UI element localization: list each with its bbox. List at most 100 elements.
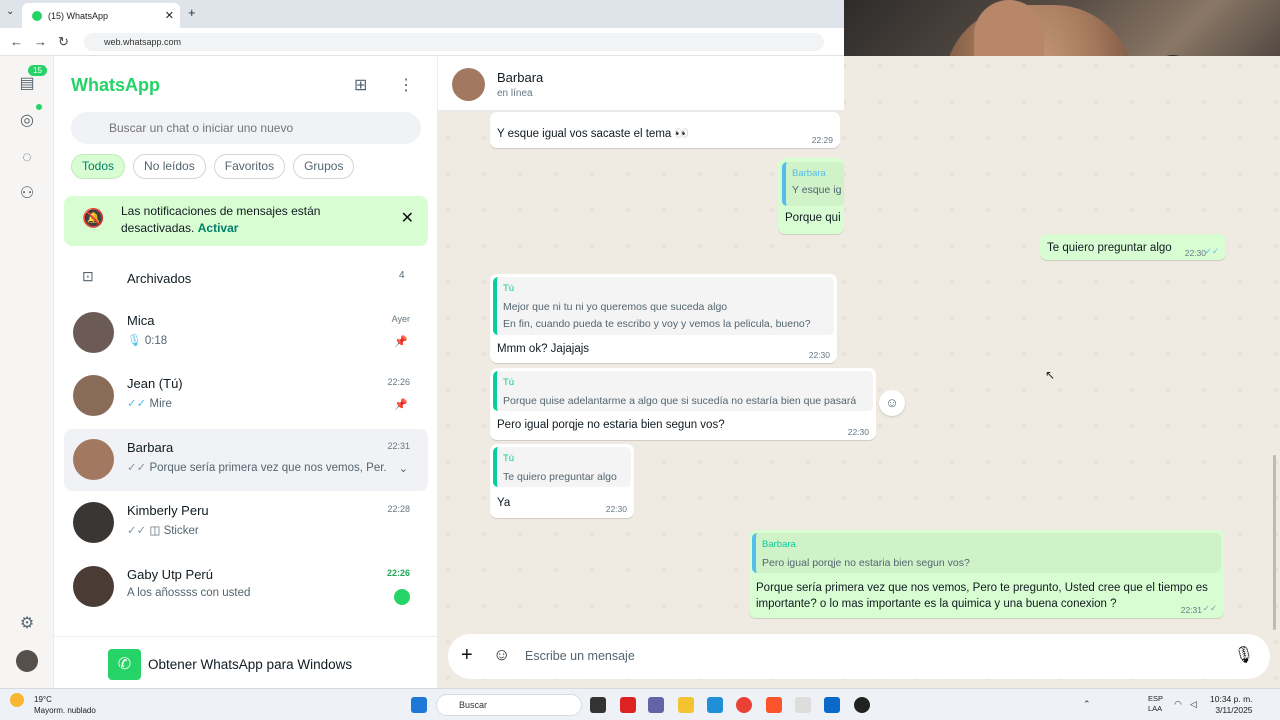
quote-author: Tú: [503, 453, 515, 464]
forward-icon[interactable]: →: [34, 34, 47, 49]
windows-start-icon[interactable]: [411, 697, 427, 713]
quote-text: Y esque ig: [792, 184, 842, 196]
teams-icon[interactable]: [648, 697, 664, 713]
chat-item-selected[interactable]: Barbara 22:31 ✓✓ Porque sería primera ve…: [64, 429, 428, 491]
tray-chevron-icon[interactable]: ⌃: [1083, 699, 1091, 710]
weather-icon[interactable]: [10, 693, 24, 707]
contact-name: Barbara: [497, 70, 544, 85]
message-text: Mmm ok? Jajajajs: [497, 343, 590, 355]
avatar: [73, 375, 114, 416]
message-text: Y esque igual vos sacaste el tema 👀: [497, 128, 689, 140]
filter-favorites[interactable]: Favoritos: [213, 154, 286, 179]
chat-item[interactable]: Jean (Tú) 22:26 ✓✓ Mire 📌: [64, 365, 428, 427]
contact-avatar[interactable]: [452, 68, 485, 101]
archived-row[interactable]: ⊡ Archivados 4: [54, 262, 438, 294]
brave-icon[interactable]: [766, 697, 782, 713]
message-incoming[interactable]: Tú Te quiero preguntar algo Ya 22:30: [490, 444, 634, 518]
quoted-message[interactable]: Tú Porque quise adelantarme a algo que s…: [493, 371, 873, 411]
quote-text: Porque quise adelantarme a algo que si s…: [503, 395, 857, 407]
chats-icon[interactable]: ▤: [17, 74, 37, 94]
double-check-icon: ✓✓: [127, 525, 147, 537]
reload-icon[interactable]: ↻: [58, 34, 69, 50]
message-incoming[interactable]: Y esque igual vos sacaste el tema 👀 22:2…: [490, 112, 840, 148]
chat-item[interactable]: Kimberly Peru 22:28 ✓✓ ◫ Sticker: [64, 492, 428, 554]
microphone-icon[interactable]: 🎙: [1234, 645, 1254, 665]
new-tab-icon[interactable]: +: [188, 5, 196, 20]
quoted-message[interactable]: Barbara Pero igual porqje no estaria bie…: [752, 533, 1221, 573]
channels-icon[interactable]: ◌: [17, 148, 37, 168]
quote-text: En fin, cuando pueda te escribo y voy y …: [503, 318, 811, 330]
chat-preview-text: Sticker: [163, 525, 199, 537]
pin-icon: 📌: [394, 336, 408, 348]
quoted-message[interactable]: Barbara Y esque ig: [782, 162, 844, 206]
contact-status: en línea: [497, 88, 533, 99]
close-icon[interactable]: ✕: [401, 208, 414, 228]
conversation-header[interactable]: Barbara en línea: [438, 56, 844, 111]
file-explorer-icon[interactable]: [678, 697, 694, 713]
conversation-scrollbar[interactable]: [1273, 455, 1276, 630]
input-language[interactable]: ESP LAA: [1148, 694, 1163, 714]
chat-preview: A los añossss con usted: [127, 587, 251, 599]
windows-taskbar: 19°C Mayorm. nublado Buscar ⌃ ESP LAA ◠ …: [0, 688, 1280, 720]
filter-unread[interactable]: No leídos: [133, 154, 206, 179]
unread-dot: [394, 589, 410, 605]
chat-item[interactable]: Mica Ayer 🎙 0:18 📌: [64, 302, 428, 364]
clock-date: 3/11/2025: [1215, 705, 1253, 715]
url-field[interactable]: web.whatsapp.com: [84, 33, 824, 51]
message-outgoing[interactable]: Barbara Pero igual porqje no estaria bie…: [749, 530, 1224, 618]
edge-icon[interactable]: [707, 697, 723, 713]
new-chat-icon[interactable]: ⊞: [354, 75, 367, 95]
wifi-icon[interactable]: ◠: [1174, 699, 1182, 710]
quoted-message[interactable]: Tú Te quiero preguntar algo: [493, 447, 631, 487]
back-icon[interactable]: ←: [10, 34, 23, 49]
chat-time: 22:26: [386, 568, 410, 578]
chat-name: Mica: [127, 313, 155, 328]
search-input[interactable]: [71, 112, 421, 144]
quote-author: Barbara: [792, 168, 826, 179]
status-icon[interactable]: ◎: [17, 111, 37, 131]
filter-all[interactable]: Todos: [71, 154, 126, 179]
browser-tab-whatsapp[interactable]: (15) WhatsApp ✕: [22, 3, 180, 28]
message-outgoing[interactable]: Te quiero preguntar algo 22:30 ✓✓: [1040, 234, 1226, 260]
task-view-icon[interactable]: [590, 697, 606, 713]
quoted-message[interactable]: Tú Mejor que ni tu ni yo queremos que su…: [493, 277, 834, 335]
message-incoming[interactable]: Tú Mejor que ni tu ni yo queremos que su…: [490, 274, 837, 363]
attach-plus-icon[interactable]: +: [461, 644, 473, 667]
communities-icon[interactable]: ⚇: [17, 184, 37, 204]
chat-item[interactable]: Gaby Utp Perú 22:26 A los añossss con us…: [64, 556, 428, 618]
chrome-icon[interactable]: [736, 697, 752, 713]
taskbar-search[interactable]: Buscar: [436, 694, 582, 716]
clock[interactable]: 10:34 p. m. 3/11/2025: [1210, 694, 1253, 716]
message-text: Porque sería primera vez que nos vemos, …: [756, 582, 1208, 594]
chat-time: 22:28: [387, 504, 410, 514]
message-outgoing[interactable]: Barbara Y esque ig Porque qui: [778, 158, 844, 234]
chat-time: 22:26: [387, 377, 410, 387]
activate-link[interactable]: Activar: [198, 221, 239, 235]
app-icon[interactable]: [620, 697, 636, 713]
tab-list-chevron-icon[interactable]: ⌄: [6, 6, 14, 17]
obs-icon[interactable]: [854, 697, 870, 713]
quote-text: Te quiero preguntar algo: [503, 471, 617, 483]
weather-temp: 19°C: [34, 695, 52, 704]
volume-icon[interactable]: ◁: [1190, 699, 1197, 710]
menu-kebab-icon[interactable]: ⋮: [398, 75, 414, 95]
profile-avatar[interactable]: [16, 650, 38, 672]
react-emoji-icon[interactable]: ☺: [879, 390, 905, 416]
message-time: 22:30: [605, 504, 627, 514]
chevron-down-icon[interactable]: ⌄: [399, 462, 408, 475]
filter-groups[interactable]: Grupos: [293, 154, 355, 179]
chat-preview: 🎙 0:18: [127, 333, 387, 347]
chat-name: Barbara: [127, 440, 174, 455]
chat-time: Ayer: [391, 314, 410, 324]
tab-close-icon[interactable]: ✕: [165, 9, 174, 22]
double-check-icon: ✓✓: [1204, 246, 1219, 256]
weather-widget[interactable]: 19°C Mayorm. nublado: [34, 694, 96, 716]
settings-icon[interactable]: ⚙: [17, 614, 37, 634]
message-incoming[interactable]: Tú Porque quise adelantarme a algo que s…: [490, 368, 876, 440]
emoji-icon[interactable]: ☺: [493, 645, 510, 665]
quote-author: Tú: [503, 377, 515, 388]
app-icon[interactable]: [795, 697, 811, 713]
get-windows-banner[interactable]: ✆ Obtener WhatsApp para Windows: [54, 636, 437, 688]
message-input[interactable]: Escribe un mensaje: [525, 649, 635, 663]
store-icon[interactable]: [824, 697, 840, 713]
